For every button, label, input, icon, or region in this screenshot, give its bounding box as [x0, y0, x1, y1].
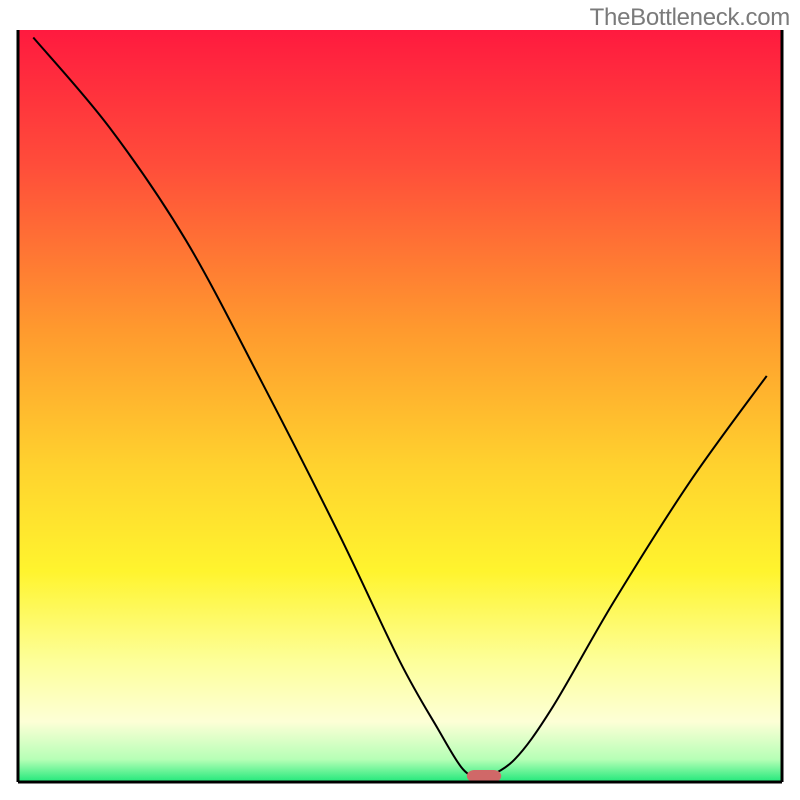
plot-background — [18, 30, 782, 782]
sweet-spot-marker — [467, 770, 501, 782]
bottleneck-chart — [0, 0, 800, 800]
chart-frame: TheBottleneck.com — [0, 0, 800, 800]
watermark-text: TheBottleneck.com — [590, 4, 790, 32]
